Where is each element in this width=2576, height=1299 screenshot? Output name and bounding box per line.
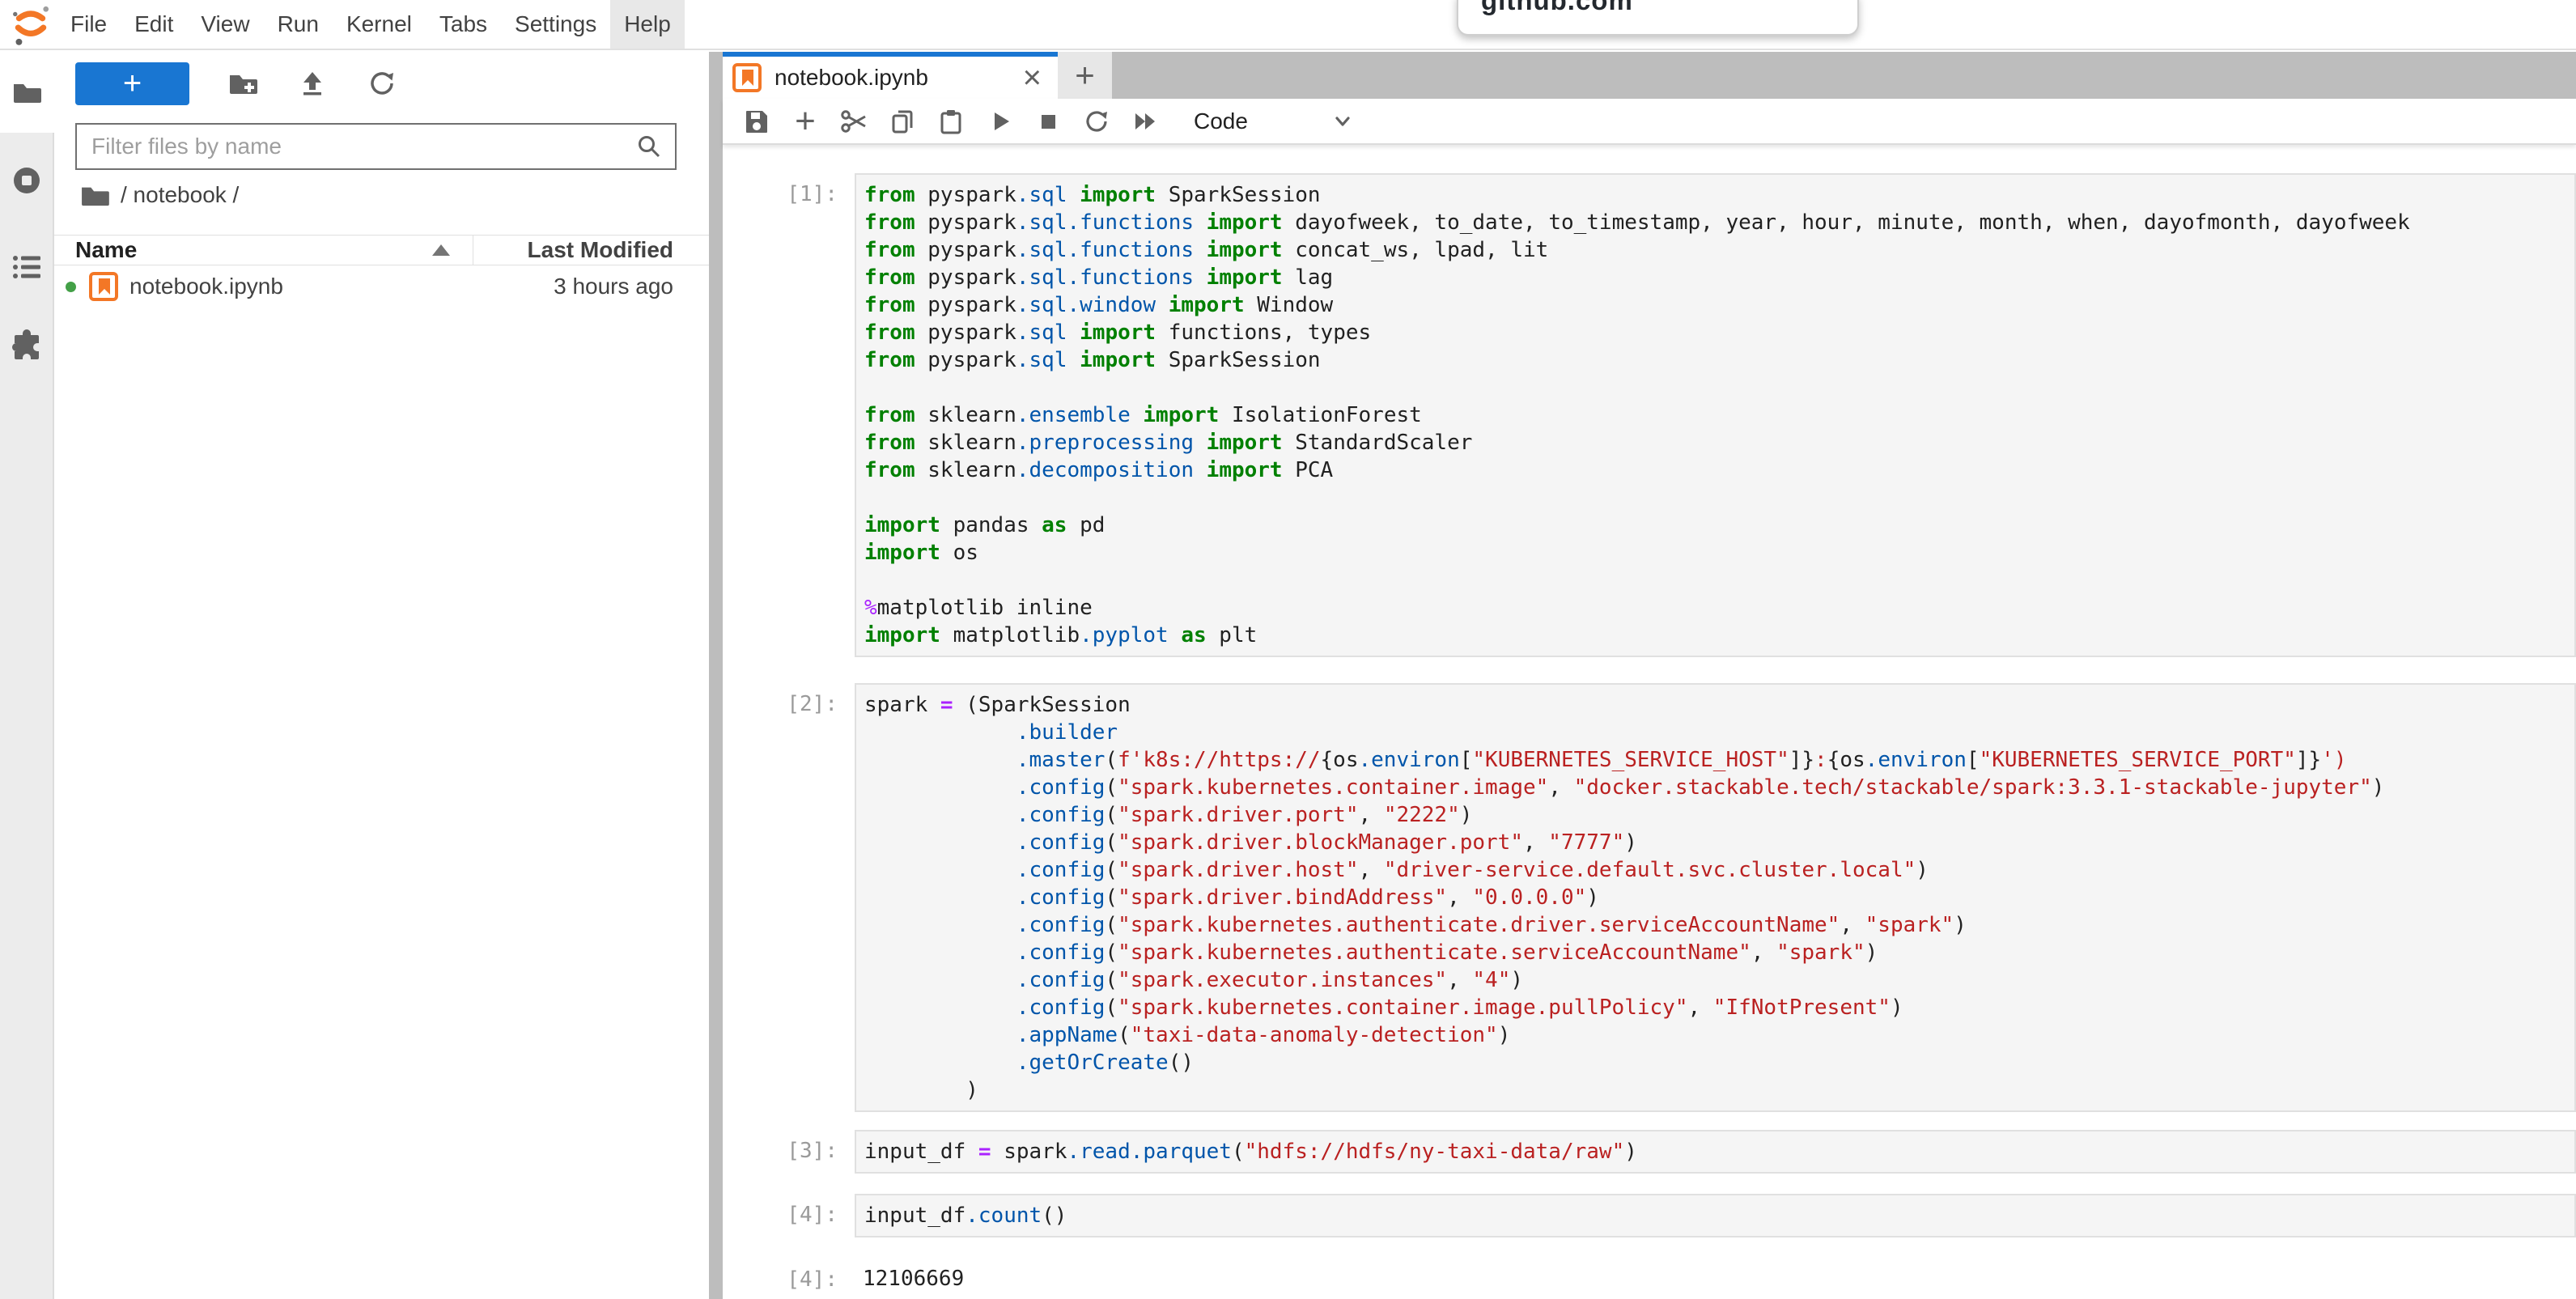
- app-shell: +: [0, 52, 2576, 1299]
- menu-file[interactable]: File: [57, 0, 121, 49]
- popup-text: github.com: [1481, 0, 1857, 16]
- tab-notebook[interactable]: notebook.ipynb ×: [723, 52, 1058, 99]
- cell-prompt: [1]:: [723, 173, 855, 206]
- restart-kernel-button[interactable]: [1072, 103, 1121, 140]
- file-row-notebook[interactable]: notebook.ipynb 3 hours ago: [54, 265, 709, 308]
- code-cell: [2]:spark = (SparkSession .builder .mast…: [723, 683, 2576, 1112]
- save-button[interactable]: [732, 103, 781, 140]
- column-header-name[interactable]: Name: [54, 236, 473, 265]
- cell-prompt: [2]:: [723, 683, 855, 716]
- restart-run-all-button[interactable]: [1121, 103, 1169, 140]
- upload-icon[interactable]: [296, 67, 329, 100]
- tab-title: notebook.ipynb: [774, 65, 1018, 91]
- new-launcher-button[interactable]: +: [75, 62, 189, 105]
- output-prompt: [4]:: [723, 1259, 855, 1292]
- jupyter-logo-icon: [11, 4, 50, 46]
- interrupt-kernel-button[interactable]: [1024, 103, 1072, 140]
- output-area: [4]:12106669: [723, 1259, 2576, 1294]
- output-text: 12106669: [855, 1259, 2576, 1294]
- menu-edit[interactable]: Edit: [121, 0, 187, 49]
- main-dock-panel: notebook.ipynb × + +: [723, 52, 2576, 1299]
- home-folder-icon: [80, 183, 109, 207]
- extension-manager-icon[interactable]: [11, 329, 42, 359]
- cell-prompt: [3]:: [723, 1130, 855, 1163]
- filter-box: [75, 123, 677, 170]
- run-cell-button[interactable]: [975, 103, 1024, 140]
- close-tab-icon[interactable]: ×: [1018, 63, 1046, 92]
- notebook-tab-icon: [732, 63, 762, 92]
- breadcrumb[interactable]: / notebook /: [54, 170, 709, 220]
- cell-prompt: [4]:: [723, 1194, 855, 1227]
- panel-splitter[interactable]: [709, 52, 723, 1299]
- cell-editor[interactable]: input_df.count(): [855, 1194, 2576, 1237]
- file-browser-folder-icon[interactable]: [11, 77, 42, 108]
- file-modified: 3 hours ago: [283, 274, 709, 299]
- file-name: notebook.ipynb: [129, 274, 283, 299]
- code-cell: [3]:input_df = spark.read.parquet("hdfs:…: [723, 1130, 2576, 1174]
- github-tooltip-popup: github.com: [1457, 0, 1859, 36]
- cut-cells-button[interactable]: [830, 103, 878, 140]
- code-cell: [1]:from pyspark.sql import SparkSession…: [723, 173, 2576, 657]
- paste-cells-button[interactable]: [927, 103, 975, 140]
- cell-editor[interactable]: spark = (SparkSession .builder .master(f…: [855, 683, 2576, 1112]
- new-tab-button[interactable]: +: [1058, 52, 1112, 99]
- add-cell-button[interactable]: +: [781, 103, 830, 140]
- cell-type-dropdown[interactable]: Code: [1194, 103, 1355, 140]
- menu-kernel[interactable]: Kernel: [333, 0, 426, 49]
- kernel-running-dot-icon: [66, 282, 76, 292]
- menu-settings[interactable]: Settings: [501, 0, 610, 49]
- menu-help[interactable]: Help: [610, 0, 685, 49]
- menu-run[interactable]: Run: [264, 0, 333, 49]
- chevron-down-icon: [1330, 109, 1355, 134]
- notebook-file-icon: [89, 272, 118, 301]
- new-folder-icon[interactable]: [227, 67, 259, 100]
- table-of-contents-icon[interactable]: [11, 252, 42, 282]
- running-kernels-icon[interactable]: [11, 165, 42, 196]
- menu-bar: File Edit View Run Kernel Tabs Settings …: [0, 0, 2576, 50]
- search-icon: [636, 134, 662, 159]
- cell-list: [1]:from pyspark.sql import SparkSession…: [723, 173, 2576, 1294]
- code-cell: [4]:input_df.count(): [723, 1194, 2576, 1237]
- cell-type-value: Code: [1194, 108, 1248, 134]
- notebook-scroll-area[interactable]: [1]:from pyspark.sql import SparkSession…: [723, 145, 2576, 1299]
- refresh-icon[interactable]: [366, 67, 398, 100]
- file-browser-toolbar: +: [54, 52, 709, 115]
- file-list-header: Name Last Modified: [54, 235, 709, 265]
- activity-sidebar: [0, 52, 54, 1299]
- file-browser-panel: +: [54, 52, 709, 1299]
- column-header-last-modified[interactable]: Last Modified: [473, 237, 709, 263]
- menu-view[interactable]: View: [187, 0, 263, 49]
- menu-tabs[interactable]: Tabs: [426, 0, 501, 49]
- notebook-toolbar: +: [723, 99, 2576, 145]
- breadcrumb-path: / notebook /: [121, 182, 239, 208]
- cell-editor[interactable]: from pyspark.sql import SparkSessionfrom…: [855, 173, 2576, 657]
- tab-bar: notebook.ipynb × +: [723, 52, 2576, 99]
- copy-cells-button[interactable]: [878, 103, 927, 140]
- sort-ascending-icon: [432, 244, 450, 256]
- cell-editor[interactable]: input_df = spark.read.parquet("hdfs://hd…: [855, 1130, 2576, 1174]
- filter-files-input[interactable]: [75, 123, 677, 170]
